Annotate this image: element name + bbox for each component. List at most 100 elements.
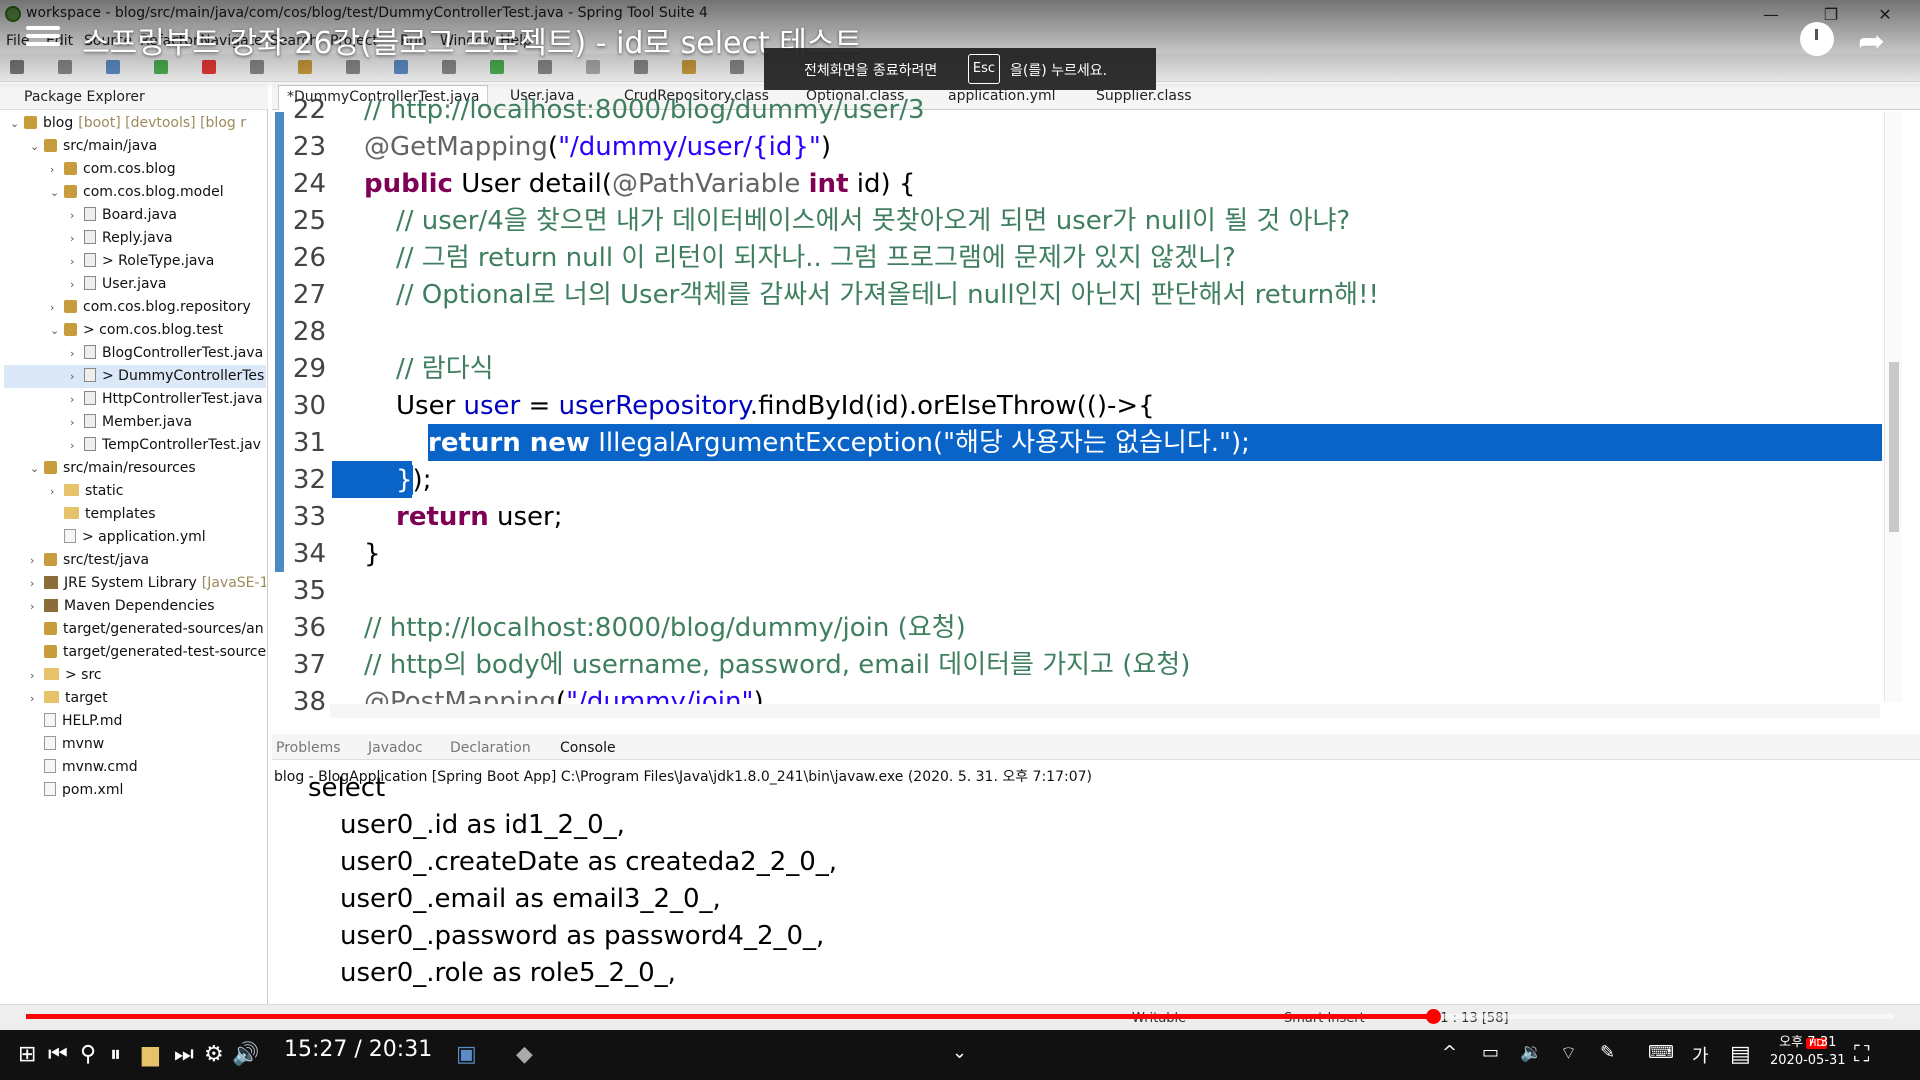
minimize-button[interactable]: — [1748, 2, 1794, 28]
tray-expand-icon[interactable]: ^ [1442, 1042, 1457, 1063]
chevron-down-icon[interactable]: ⌄ [30, 457, 44, 480]
tree-item[interactable]: › com.cos.blog [4, 158, 266, 181]
chevron-right-icon[interactable]: › [50, 480, 64, 503]
video-scrubber-handle[interactable] [1425, 1009, 1441, 1024]
chevron-down-icon[interactable]: ⌄ [50, 181, 64, 204]
chevron-right-icon[interactable]: › [70, 434, 84, 457]
file-explorer-icon[interactable]: ▆ [142, 1042, 159, 1067]
tree-item[interactable]: target/generated-sources/an [4, 618, 266, 641]
tree-item[interactable]: ⌄ src/main/java [4, 135, 266, 158]
tree-item[interactable]: › JRE System Library [JavaSE-1. [4, 572, 266, 595]
video-progress-bar[interactable] [26, 1009, 1894, 1024]
tree-item[interactable]: templates [4, 503, 266, 526]
code-line[interactable]: public User detail(@PathVariable int id)… [364, 166, 915, 203]
tree-item[interactable]: › HttpControllerTest.java [4, 388, 266, 411]
editor-horizontal-scrollbar[interactable] [330, 704, 1880, 718]
toolbar-button-icon[interactable] [586, 60, 600, 74]
tree-item[interactable]: › Board.java [4, 204, 266, 227]
toolbar-button-icon[interactable] [394, 60, 408, 74]
toolbar-button-icon[interactable] [202, 60, 216, 74]
chevron-right-icon[interactable]: › [70, 411, 84, 434]
tree-item[interactable]: HELP.md [4, 710, 266, 733]
tree-item[interactable]: › BlogControllerTest.java [4, 342, 266, 365]
hamburger-menu-icon[interactable] [26, 22, 60, 52]
code-line[interactable]: User user = userRepository.findById(id).… [396, 388, 1155, 425]
toolbar-button-icon[interactable] [682, 60, 696, 74]
toolbar-button-icon[interactable] [106, 60, 120, 74]
pause-icon[interactable]: ⏸ [110, 1042, 121, 1067]
tree-item[interactable]: › > DummyControllerTes [4, 365, 266, 388]
tree-item[interactable]: › User.java [4, 273, 266, 296]
tree-item[interactable]: › TempControllerTest.jav [4, 434, 266, 457]
toolbar-button-icon[interactable] [250, 60, 264, 74]
chevron-down-icon[interactable]: ⌄ [952, 1042, 967, 1063]
scrollbar-thumb[interactable] [1889, 362, 1899, 532]
editor-tab[interactable]: Supplier.class [1096, 88, 1192, 104]
tree-item[interactable]: ⌄ blog [boot] [devtools] [blog r [4, 112, 266, 135]
tree-item[interactable]: mvnw [4, 733, 266, 756]
wifi-icon[interactable]: ⌔ [1560, 1042, 1577, 1065]
code-line[interactable]: // http://localhost:8000/blog/dummy/join… [364, 610, 966, 647]
tree-item[interactable]: target/generated-test-source [4, 641, 266, 664]
editor-vertical-scrollbar[interactable] [1884, 112, 1902, 702]
chevron-right-icon[interactable]: › [70, 342, 84, 365]
video-title[interactable]: 스프링부트 강좌 26강(블로그 프로젝트) - id로 select 테스트 [82, 18, 862, 62]
code-line[interactable]: @GetMapping("/dummy/user/{id}") [364, 129, 831, 166]
chevron-right-icon[interactable]: › [70, 250, 84, 273]
spring-tool-suite-taskbar-icon[interactable]: ▣ [456, 1042, 477, 1067]
tree-item[interactable]: › src/test/java [4, 549, 266, 572]
pen-icon[interactable]: ✎ [1600, 1042, 1615, 1063]
tab-javadoc[interactable]: Javadoc [368, 740, 423, 756]
system-clock[interactable]: 오후 7:31 2020-05-31 [1770, 1034, 1846, 1070]
exit-fullscreen-icon[interactable]: ⛶ [1854, 1042, 1869, 1067]
tree-item[interactable]: ⌄ src/main/resources [4, 457, 266, 480]
toolbar-button-icon[interactable] [538, 60, 552, 74]
tree-item[interactable]: › > src [4, 664, 266, 687]
tree-item[interactable]: › > RoleType.java [4, 250, 266, 273]
chevron-right-icon[interactable]: › [70, 227, 84, 250]
toolbar-button-icon[interactable] [730, 60, 744, 74]
toolbar-button-icon[interactable] [298, 60, 312, 74]
tab-declaration[interactable]: Declaration [450, 740, 531, 756]
toolbar-button-icon[interactable] [154, 60, 168, 74]
subtitles-icon[interactable]: ▤ [1730, 1042, 1751, 1067]
code-line[interactable]: }); [396, 462, 431, 499]
app-taskbar-icon[interactable]: ◆ [516, 1042, 533, 1067]
volume-icon[interactable]: 🔊 [232, 1042, 259, 1067]
code-line[interactable]: return user; [396, 499, 562, 536]
ime-indicator[interactable]: 가 [1692, 1042, 1709, 1068]
tree-item[interactable]: › Member.java [4, 411, 266, 434]
code-line[interactable]: // http://localhost:8000/blog/dummy/user… [364, 92, 925, 129]
tab-problems[interactable]: Problems [276, 740, 341, 756]
watch-later-icon[interactable] [1800, 22, 1834, 56]
chevron-right-icon[interactable]: › [70, 273, 84, 296]
chevron-right-icon[interactable]: › [30, 549, 44, 572]
code-line[interactable]: // http의 body에 username, password, email… [364, 647, 1190, 684]
toolbar-button-icon[interactable] [346, 60, 360, 74]
toolbar-button-icon[interactable] [10, 60, 24, 74]
next-video-icon[interactable]: ⏭ [174, 1042, 194, 1067]
chevron-right-icon[interactable]: › [30, 595, 44, 618]
toolbar-button-icon[interactable] [634, 60, 648, 74]
speaker-tray-icon[interactable]: 🔉 [1520, 1042, 1542, 1063]
tree-item[interactable]: › com.cos.blog.repository [4, 296, 266, 319]
code-line[interactable]: // 그럼 return null 이 리턴이 되자나.. 그럼 프로그램에 문… [396, 240, 1236, 277]
tree-item[interactable]: › target [4, 687, 266, 710]
code-line[interactable]: return new IllegalArgumentException("해당 … [428, 425, 1250, 462]
previous-video-icon[interactable]: ⏮ [48, 1042, 68, 1067]
keyboard-icon[interactable]: ⌨ [1648, 1042, 1674, 1063]
toolbar-button-icon[interactable] [490, 60, 504, 74]
chevron-right-icon[interactable]: › [70, 204, 84, 227]
code-line[interactable]: // Optional로 너의 User객체를 감싸서 가져올테니 null인지… [396, 277, 1379, 314]
editor-tab[interactable]: application.yml [948, 88, 1056, 104]
tree-item[interactable]: › Maven Dependencies [4, 595, 266, 618]
tab-console[interactable]: Console [560, 740, 616, 756]
windows-start-icon[interactable]: ⊞ [18, 1042, 36, 1067]
tree-item[interactable]: > application.yml [4, 526, 266, 549]
chevron-right-icon[interactable]: › [50, 158, 64, 181]
share-icon[interactable]: ➦ [1858, 22, 1885, 60]
code-line[interactable]: } [364, 536, 381, 573]
chevron-right-icon[interactable]: › [50, 296, 64, 319]
tree-item[interactable]: › Reply.java [4, 227, 266, 250]
code-line[interactable]: // 람다식 [396, 351, 494, 388]
